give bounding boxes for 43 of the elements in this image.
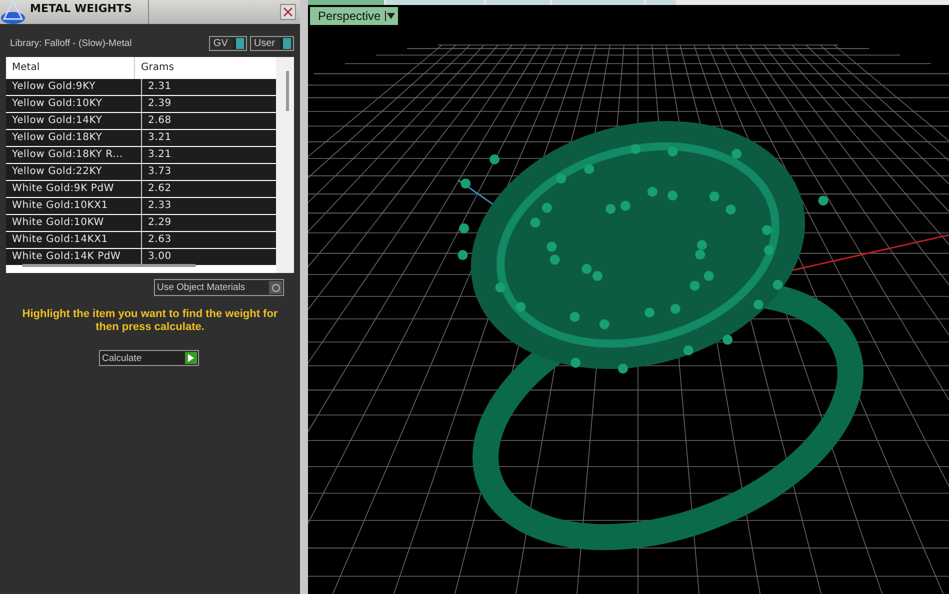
dropdown-caret-icon [384, 11, 396, 21]
toggle-button[interactable]: User [250, 36, 294, 51]
horizontal-scrollbar[interactable] [22, 264, 196, 267]
panel-title: METAL WEIGHTS [30, 0, 149, 24]
table-cell[interactable]: 2.68 [142, 113, 172, 129]
close-button[interactable] [280, 4, 296, 20]
use-object-materials-toggle[interactable]: Use Object Materials [154, 279, 284, 296]
viewport-tab[interactable] [386, 0, 484, 5]
instruction-text: Highlight the item you want to find the weight for then press calculate. [21, 308, 279, 334]
table-cell[interactable]: 2.62 [142, 181, 172, 197]
table-cell[interactable]: Yellow Gold:18KY R... [6, 147, 142, 163]
viewport-tab[interactable] [486, 0, 550, 5]
table-cell[interactable]: Yellow Gold:18KY [6, 130, 142, 146]
table-cell[interactable]: 2.39 [142, 96, 172, 112]
viewport-tab[interactable] [552, 0, 644, 5]
pyramid-logo-icon [0, 0, 26, 25]
table-cell[interactable]: 3.73 [142, 164, 172, 180]
table-cell[interactable]: White Gold:10KX1 [6, 198, 142, 214]
table-cell[interactable]: White Gold:14KX1 [6, 232, 142, 248]
vertical-scrollbar[interactable] [286, 71, 289, 111]
table-cell[interactable]: 2.33 [142, 198, 172, 214]
toggle-button[interactable]: GV [209, 36, 247, 51]
viewport-tab[interactable] [308, 0, 384, 5]
library-label: Library: Falloff - (Slow)-Metal [10, 38, 132, 49]
table-cell[interactable]: Yellow Gold:22KY [6, 164, 142, 180]
view-menu-button[interactable]: Perspective [310, 7, 398, 25]
column-header[interactable]: Grams [135, 57, 174, 79]
table-cell[interactable]: 2.31 [142, 79, 172, 95]
table-cell[interactable]: 3.00 [142, 249, 172, 265]
viewport-tab[interactable] [646, 0, 676, 5]
table-cell[interactable]: 2.29 [142, 215, 172, 231]
circle-icon [269, 281, 282, 294]
close-icon [283, 7, 293, 17]
table-cell[interactable]: White Gold:10KW [6, 215, 142, 231]
table-cell[interactable]: Yellow Gold:9KY [6, 79, 142, 95]
table-cell[interactable]: Yellow Gold:14KY [6, 113, 142, 129]
table-cell[interactable]: Yellow Gold:10KY [6, 96, 142, 112]
table-cell[interactable]: 2.63 [142, 232, 172, 248]
table-cell[interactable]: 3.21 [142, 147, 172, 163]
calculate-button[interactable]: Calculate [99, 350, 199, 366]
table-cell[interactable]: 3.21 [142, 130, 172, 146]
play-icon [185, 352, 197, 364]
table-cell[interactable]: White Gold:9K PdW [6, 181, 142, 197]
